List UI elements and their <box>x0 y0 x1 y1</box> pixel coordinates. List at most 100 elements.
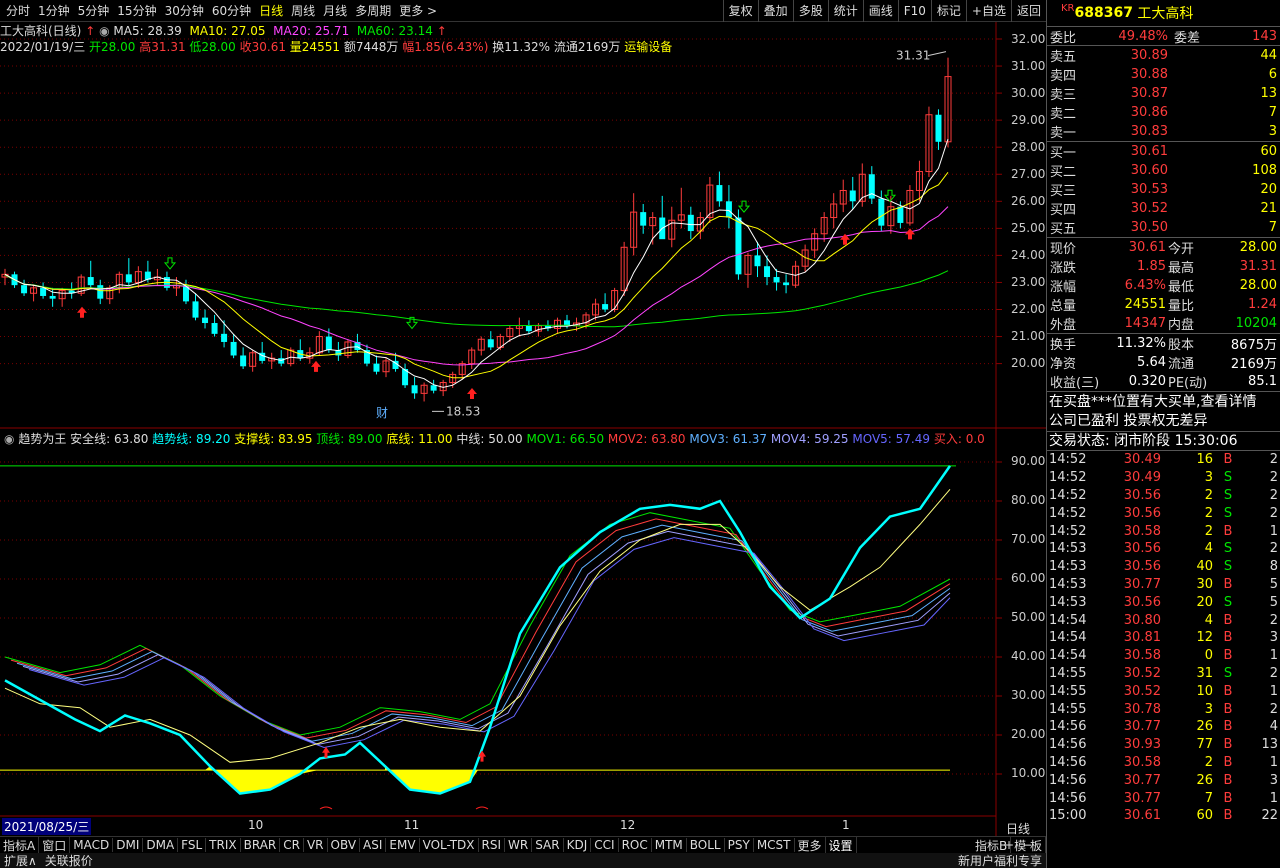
tick-row: 14:52 30.58 2 B 1 <box>1047 522 1280 540</box>
tool-button-5[interactable]: F10 <box>897 0 931 22</box>
candle-down <box>125 274 132 283</box>
sells-row[interactable]: 卖二 30.86 7 <box>1047 103 1280 122</box>
period-tab-0[interactable]: 分时 <box>2 2 34 19</box>
kline-chart[interactable]: 31.31 18.53 财 <box>0 22 1046 836</box>
sells-row[interactable]: 卖四 30.88 6 <box>1047 65 1280 84</box>
tool-button-8[interactable]: 返回 <box>1010 0 1046 22</box>
indicator-tab-16[interactable]: SAR <box>532 838 564 852</box>
buys-row[interactable]: 买三 30.53 20 <box>1047 180 1280 199</box>
zoom-in-button[interactable]: + <box>1000 838 1018 852</box>
expand-button[interactable]: 扩展∧ <box>0 852 41 868</box>
date-tick-11: 11 <box>404 818 420 832</box>
period-tab-6[interactable]: 日线 <box>255 2 287 19</box>
indicator-tab-17[interactable]: KDJ <box>564 838 592 852</box>
period-tab-9[interactable]: 多周期 <box>351 2 395 19</box>
stat-value: 28.00 <box>1239 278 1277 293</box>
buys-volume: 7 <box>1268 220 1277 235</box>
indicator-name[interactable]: 趋势为王 <box>18 432 66 446</box>
buys-row[interactable]: 买一 30.61 60 <box>1047 142 1280 161</box>
tick-volume: 26 <box>1196 719 1213 735</box>
tool-button-6[interactable]: 标记 <box>930 0 966 22</box>
indicator-tab-9[interactable]: VR <box>304 838 328 852</box>
indicator-tab-8[interactable]: CR <box>280 838 304 852</box>
candle-down <box>735 217 742 275</box>
indicator-tab-14[interactable]: RSI <box>479 838 506 852</box>
indicator-tick: 10.00 <box>1011 766 1046 780</box>
sells-price: 30.88 <box>1130 67 1168 82</box>
tick-time: 14:56 <box>1049 790 1087 806</box>
date-tick-1: 1 <box>842 818 850 832</box>
tick-count: 5 <box>1269 576 1278 592</box>
tick-volume: 2 <box>1204 523 1213 539</box>
tick-side: B <box>1223 576 1233 592</box>
sells-row[interactable]: 卖五 30.89 44 <box>1047 46 1280 65</box>
period-tab-1[interactable]: 1分钟 <box>34 2 74 19</box>
indicator-tab-4[interactable]: DMA <box>143 838 179 852</box>
indicator-tab-1[interactable]: 窗口 <box>39 836 71 854</box>
candle-down <box>411 385 418 394</box>
candle-down <box>602 304 609 310</box>
fundamental-row: 换手 11.32% 股本 8675万 <box>1047 334 1280 353</box>
buys-label: 买三 <box>1050 184 1077 199</box>
period-tab-2[interactable]: 5分钟 <box>74 2 114 19</box>
indicator-tab-10[interactable]: OBV <box>328 838 361 852</box>
big-order-notice[interactable]: 在买盘***位置有大买单,查看详情 <box>1047 391 1280 411</box>
tick-time: 14:56 <box>1049 772 1087 788</box>
buys-row[interactable]: 买四 30.52 21 <box>1047 199 1280 218</box>
tool-button-4[interactable]: 画线 <box>862 0 898 22</box>
indicator-tab-24[interactable]: 更多 <box>795 836 826 854</box>
indicator-tab-11[interactable]: ASI <box>360 838 387 852</box>
period-mode-label[interactable]: 日线 <box>1006 820 1030 837</box>
related-quotes-button[interactable]: 关联报价 <box>41 852 97 868</box>
fundamental-value: 2169万 <box>1230 357 1277 372</box>
period-tab-10[interactable]: 更多 > <box>395 2 441 19</box>
indicator-tab-6[interactable]: TRIX <box>206 838 241 852</box>
buys-row[interactable]: 买二 30.60 108 <box>1047 161 1280 180</box>
indicator-tab-23[interactable]: MCST <box>754 838 795 852</box>
zoom-out-button[interactable]: − <box>1018 838 1036 852</box>
indicator-tab-18[interactable]: CCI <box>591 838 619 852</box>
tool-button-2[interactable]: 多股 <box>792 0 828 22</box>
period-tab-3[interactable]: 15分钟 <box>113 2 160 19</box>
indicator-tab-20[interactable]: MTM <box>652 838 687 852</box>
stock-code: 688367 <box>1074 5 1133 21</box>
trend-line <box>4 465 952 795</box>
sells-row[interactable]: 卖三 30.87 13 <box>1047 84 1280 103</box>
indicator-tab-13[interactable]: VOL-TDX <box>420 838 479 852</box>
tool-button-0[interactable]: 复权 <box>722 0 758 22</box>
indicator-tab-3[interactable]: DMI <box>113 838 144 852</box>
price-tick: 20.00 <box>1011 356 1046 370</box>
buys-row[interactable]: 买五 30.50 7 <box>1047 218 1280 237</box>
tick-volume: 4 <box>1204 612 1213 628</box>
fundamental-label: PE(动) <box>1168 376 1208 391</box>
indicator-tab-5[interactable]: FSL <box>178 838 207 852</box>
tool-button-7[interactable]: +自选 <box>965 0 1011 22</box>
buy-arrow-icon <box>905 228 915 240</box>
sells-row[interactable]: 卖一 30.83 3 <box>1047 122 1280 141</box>
indicator-tab-0[interactable]: 指标A <box>0 836 40 854</box>
tick-price: 30.58 <box>1123 523 1161 539</box>
indicator-tab-2[interactable]: MACD <box>70 838 114 852</box>
indicator-tab-12[interactable]: EMV <box>386 838 420 852</box>
indicator-tab-19[interactable]: ROC <box>619 838 652 852</box>
tool-button-3[interactable]: 统计 <box>827 0 863 22</box>
new-user-benefit-link[interactable]: 新用户福利专享 <box>958 852 1042 868</box>
period-tab-5[interactable]: 60分钟 <box>208 2 255 19</box>
period-tab-7[interactable]: 周线 <box>287 2 319 19</box>
period-tab-8[interactable]: 月线 <box>319 2 351 19</box>
indicator-tab-22[interactable]: PSY <box>725 838 754 852</box>
indicator-tab-15[interactable]: WR <box>505 838 533 852</box>
tool-button-1[interactable]: 叠加 <box>757 0 793 22</box>
stat-value: 1.85 <box>1137 259 1166 274</box>
indicator-tab-25[interactable]: 设置 <box>826 836 857 854</box>
tick-price: 30.77 <box>1123 790 1161 806</box>
mid-line-label: 中线: 50.00 <box>456 432 523 446</box>
price-stats: 现价 30.61 今开 28.00 涨跌 1.85 最高 31.31 涨幅 6.43% 最低 28.0… <box>1047 237 1280 333</box>
tick-price: 30.56 <box>1123 594 1161 610</box>
indicator-tick: 50.00 <box>1011 610 1046 624</box>
period-tab-4[interactable]: 30分钟 <box>161 2 208 19</box>
indicator-tab-7[interactable]: BRAR <box>241 838 281 852</box>
indicator-settings-icon[interactable]: ◉ <box>4 432 14 446</box>
tick-volume: 0 <box>1204 648 1213 664</box>
indicator-tab-21[interactable]: BOLL <box>687 838 725 852</box>
